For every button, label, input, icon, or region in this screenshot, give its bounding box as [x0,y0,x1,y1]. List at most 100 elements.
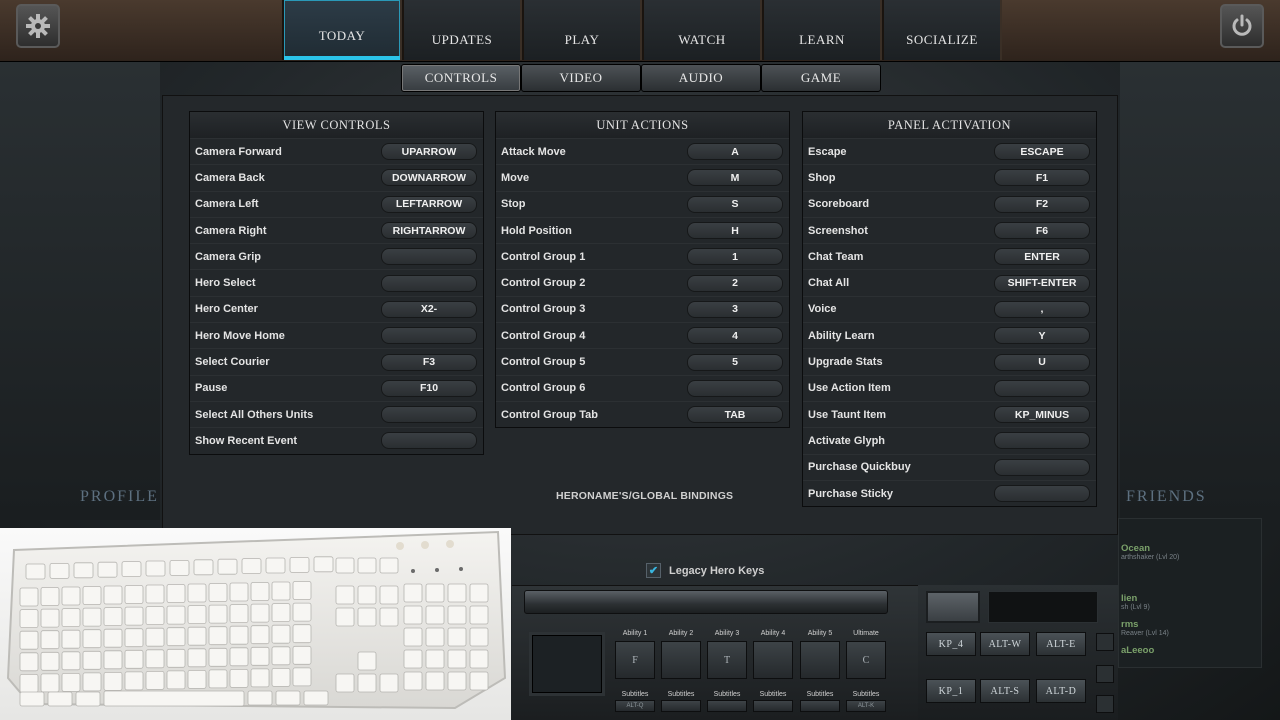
key-binding-button[interactable]: 5 [687,353,783,371]
item-slot-button[interactable]: ALT-S [980,679,1030,703]
tab-game[interactable]: GAME [761,64,881,92]
ability-slot-group: Ability 3 T Subtitles [706,630,748,712]
keyboard-photo [0,528,511,720]
key-binding-button[interactable]: S [687,195,783,213]
key-binding-button[interactable]: F6 [994,222,1090,240]
keyboard-key [19,673,39,693]
key-binding-button[interactable] [994,432,1090,450]
key-binding-button[interactable] [381,248,477,266]
nav-tab-watch[interactable]: WATCH [642,0,762,60]
key-binding-button[interactable]: F1 [994,169,1090,187]
key-binding-button[interactable] [994,485,1090,502]
subtitle-key-button[interactable] [800,700,840,712]
keyboard-key [103,585,123,605]
nav-tab-learn[interactable]: LEARN [762,0,882,60]
key-binding-button[interactable]: 3 [687,300,783,318]
nav-tab-label: WATCH [678,32,726,47]
ability-key-button[interactable] [661,641,701,679]
item-slot-button[interactable]: ALT-D [1036,679,1086,703]
subtitle-key-button[interactable] [661,700,701,712]
tab-audio[interactable]: AUDIO [641,64,761,92]
key-binding-button[interactable]: Y [994,327,1090,345]
key-binding-button[interactable]: , [994,300,1090,318]
main-nav: TODAY UPDATES PLAY WATCH LEARN SOCIALIZE [282,0,1002,60]
key-binding-button[interactable] [381,406,477,424]
subtitle-key-button[interactable]: ALT-K [846,700,886,712]
key-binding-button[interactable]: U [994,353,1090,371]
binding-label: Chat All [808,277,850,290]
item-slot-button[interactable]: ALT-W [980,632,1030,656]
nav-tab-play[interactable]: PLAY [522,0,642,60]
nav-tab-today[interactable]: TODAY [282,0,402,60]
key-binding-button[interactable]: M [687,169,783,187]
binding-label: Activate Glyph [808,434,886,447]
binding-label: Purchase Quickbuy [808,461,911,474]
ability-key-button[interactable]: F [615,641,655,679]
keyboard-key [82,650,102,670]
key-binding-button[interactable]: SHIFT-ENTER [994,274,1090,292]
subtitle-key-button[interactable]: ALT-Q [615,700,655,712]
binding-label: Control Group 6 [501,382,586,395]
key-binding-button[interactable]: DOWNARROW [381,169,477,187]
key-binding-button[interactable]: TAB [687,406,783,424]
key-binding-button[interactable]: X2- [381,300,477,318]
ability-key-button[interactable]: C [846,641,886,679]
key-binding-button[interactable] [687,379,783,397]
subtitle-key-button[interactable] [753,700,793,712]
ability-key-button[interactable]: T [707,641,747,679]
keyboard-key [187,669,207,689]
glyph-button[interactable] [1096,633,1114,651]
scan-icon[interactable] [1096,695,1114,713]
binding-row-activate-glyph: Activate Glyph [803,427,1096,454]
ability-key-button[interactable] [753,641,793,679]
ability-key-button[interactable] [800,641,840,679]
key-binding-button[interactable]: KP_MINUS [994,406,1090,424]
key-binding-button[interactable] [381,327,477,345]
key-binding-button[interactable]: ENTER [994,248,1090,266]
key-binding-button[interactable]: RIGHTARROW [381,222,477,240]
item-slot-button[interactable]: ALT-E [1036,632,1086,656]
nav-tab-socialize[interactable]: SOCIALIZE [882,0,1002,60]
binding-label: Escape [808,145,847,158]
key-binding-button[interactable]: LEFTARROW [381,195,477,213]
key-binding-button[interactable] [381,274,477,292]
keyboard-key [145,560,166,577]
key-binding-button[interactable]: F10 [381,379,477,397]
key-binding-button[interactable] [994,458,1090,476]
key-binding-button[interactable] [381,432,477,450]
friends-label[interactable]: FRIENDS [1126,488,1207,506]
keyboard-key [61,629,81,649]
key-binding-button[interactable]: A [687,143,783,161]
stash-slot[interactable] [926,591,980,623]
item-slot-button[interactable]: KP_1 [926,679,976,703]
friend-item[interactable]: aLeeoo [1121,645,1154,656]
friend-item[interactable]: rms Reaver (Lvl 14) [1121,619,1169,637]
keyboard-key [187,648,207,668]
key-binding-button[interactable]: 1 [687,248,783,266]
tab-video[interactable]: VIDEO [521,64,641,92]
key-binding-button[interactable]: F3 [381,353,477,371]
settings-button[interactable] [16,4,60,48]
key-binding-button[interactable]: UPARROW [381,143,477,161]
item-slot-button[interactable]: KP_4 [926,632,976,656]
hud-health-bar [524,590,888,614]
key-binding-button[interactable]: ESCAPE [994,143,1090,161]
subtitle-key-button[interactable] [707,700,747,712]
tab-controls[interactable]: CONTROLS [401,64,521,92]
tab-label: VIDEO [559,70,603,85]
keyboard-key [292,581,312,600]
power-button[interactable] [1220,4,1264,48]
key-binding-button[interactable]: F2 [994,195,1090,213]
friend-item[interactable]: Ocean arthshaker (Lvl 20) [1121,543,1179,561]
legacy-hero-keys-checkbox[interactable]: ✔ [646,563,661,578]
profile-label[interactable]: PROFILE [80,488,159,506]
lock-icon[interactable] [1096,665,1114,683]
key-binding-button[interactable]: H [687,222,783,240]
key-binding-button[interactable] [994,379,1090,397]
keyboard-key [250,668,270,688]
key-binding-button[interactable]: 4 [687,327,783,345]
friend-item[interactable]: lien sh (Lvl 9) [1121,593,1150,611]
key-binding-button[interactable]: 2 [687,274,783,292]
binding-label: Control Group 1 [501,250,586,263]
nav-tab-updates[interactable]: UPDATES [402,0,522,60]
